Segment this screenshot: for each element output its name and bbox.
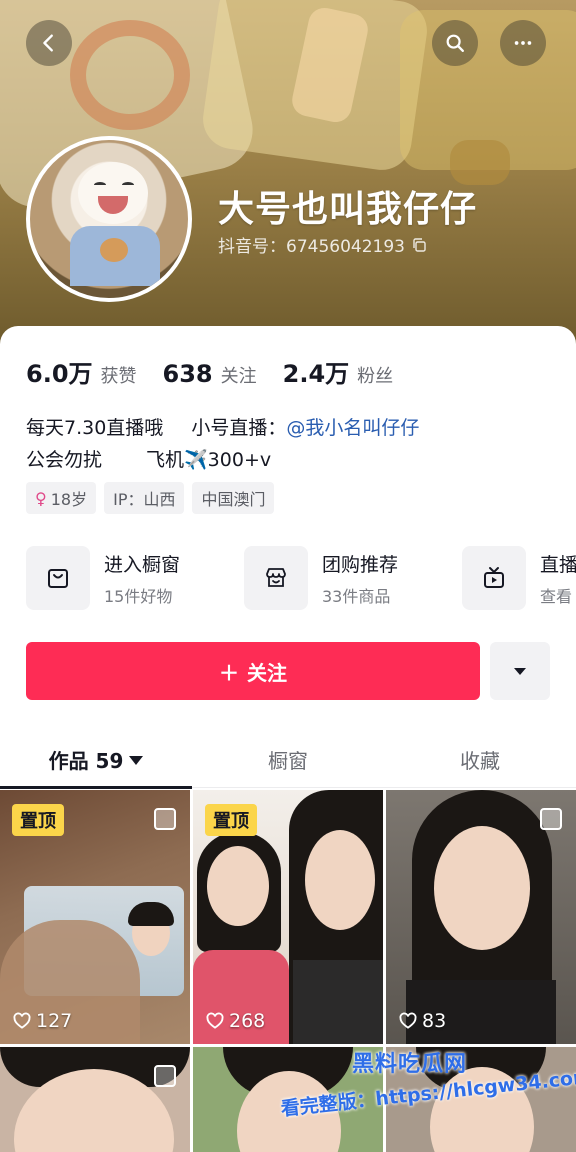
tag-ip: IP：山西 [104, 482, 185, 514]
bio-text: 小号直播： [191, 417, 287, 439]
tab-label: 收藏 [460, 748, 500, 773]
douyin-id: 抖音号：67456042193 [218, 237, 405, 257]
tag-age: ♀ 18岁 [26, 482, 97, 514]
multi-image-icon [540, 808, 562, 830]
copy-icon[interactable] [411, 237, 427, 253]
stat-following[interactable]: 638 关注 [163, 360, 257, 388]
stat-followers[interactable]: 2.4万 粉丝 [283, 354, 394, 389]
live-tv-icon [484, 567, 504, 588]
tag-row: ♀ 18岁 IP：山西 中国澳门 [26, 482, 275, 514]
tab-label: 作品 59 [48, 748, 124, 773]
tag-text: 中国澳门 [201, 490, 266, 509]
stat-number: 6.0万 [26, 360, 93, 388]
avatar[interactable] [26, 136, 192, 302]
mention-link[interactable]: @我小名叫仔仔 [286, 417, 419, 439]
follow-row: ＋ 关注 [26, 642, 550, 700]
service-subtitle: 15件好物 [104, 586, 173, 606]
caret-down-icon [129, 755, 144, 765]
services-row: 进入橱窗 15件好物 团购推荐 33件商品 直播 查看 [26, 546, 576, 610]
bio: 每天7.30直播哦 小号直播：@我小名叫仔仔 公会勿扰 飞机✈️300+v [26, 412, 419, 476]
cat-avatar-image [78, 162, 148, 224]
service-title: 直播 [540, 553, 576, 576]
stat-label: 粉丝 [357, 366, 394, 387]
caret-down-icon [514, 668, 526, 675]
more-dots-icon [514, 41, 532, 45]
like-number: 83 [422, 1010, 447, 1032]
search-button[interactable] [432, 20, 478, 66]
watermark-title: 黑料吃瓜网 [352, 1052, 468, 1077]
video-thumbnail[interactable] [0, 1047, 190, 1152]
search-icon [446, 34, 464, 52]
stats-row: 6.0万 获赞 638 关注 2.4万 粉丝 [26, 354, 393, 389]
female-icon: ♀ [35, 488, 47, 508]
heart-icon [399, 1012, 417, 1029]
service-title: 团购推荐 [322, 553, 399, 576]
like-number: 268 [229, 1010, 266, 1032]
pinned-badge: 置顶 [12, 804, 64, 836]
tag-text: IP：山西 [113, 490, 176, 509]
content-tabs: 作品 59 橱窗 收藏 [0, 730, 576, 789]
nickname: 大号也叫我仔仔 [218, 189, 478, 230]
multi-image-icon [154, 808, 176, 830]
tab-label: 橱窗 [268, 748, 308, 773]
service-title: 进入橱窗 [104, 553, 181, 576]
tab-favorites[interactable]: 收藏 [384, 730, 576, 788]
douyin-id-row[interactable]: 抖音号：67456042193 [218, 232, 427, 257]
video-thumbnail[interactable]: 置顶 127 [0, 790, 190, 1044]
service-shop-window[interactable]: 进入橱窗 15件好物 [26, 546, 244, 610]
like-number: 127 [36, 1010, 73, 1032]
stat-label: 关注 [220, 366, 257, 387]
bio-text: 每天7.30直播哦 [26, 417, 164, 439]
more-button[interactable] [500, 20, 546, 66]
like-count: 127 [12, 1010, 72, 1032]
shop-bag-icon [48, 569, 68, 588]
tag-location: 中国澳门 [192, 482, 275, 514]
tab-works[interactable]: 作品 59 [0, 730, 192, 789]
stat-number: 638 [162, 360, 213, 388]
stat-likes[interactable]: 6.0万 获赞 [26, 354, 137, 389]
recommend-dropdown-button[interactable] [490, 642, 550, 700]
tag-text: 18岁 [50, 490, 88, 509]
service-subtitle: 33件商品 [322, 586, 391, 606]
stat-number: 2.4万 [282, 360, 350, 388]
pinned-badge: 置顶 [205, 804, 257, 836]
service-live[interactable]: 直播 查看 [462, 546, 576, 610]
heart-icon [206, 1012, 224, 1029]
plus-icon: ＋ [219, 660, 239, 685]
profile-page: 大号也叫我仔仔 抖音号：67456042193 6.0万 获赞 638 关注 2… [0, 0, 576, 1152]
heart-icon [13, 1012, 31, 1029]
chevron-left-icon [43, 34, 53, 52]
group-buy-icon [266, 568, 286, 587]
bio-text: 公会勿扰 [26, 449, 103, 471]
bio-text: 飞机✈️300+v [146, 449, 272, 471]
video-thumbnail[interactable]: 83 [386, 790, 576, 1044]
profile-card: 6.0万 获赞 638 关注 2.4万 粉丝 每天7.30直播哦 小号直播：@我… [0, 326, 576, 1152]
video-thumbnail[interactable]: 置顶 268 [193, 790, 383, 1044]
stat-label: 获赞 [100, 366, 137, 387]
follow-button[interactable]: ＋ 关注 [26, 642, 480, 700]
follow-label: 关注 [247, 660, 287, 685]
service-group-buy[interactable]: 团购推荐 33件商品 [244, 546, 462, 610]
back-button[interactable] [26, 20, 72, 66]
like-count: 83 [398, 1010, 446, 1032]
multi-image-icon [154, 1065, 176, 1087]
service-subtitle: 查看 [540, 586, 573, 606]
tab-shop-window[interactable]: 橱窗 [192, 730, 384, 788]
like-count: 268 [205, 1010, 265, 1032]
